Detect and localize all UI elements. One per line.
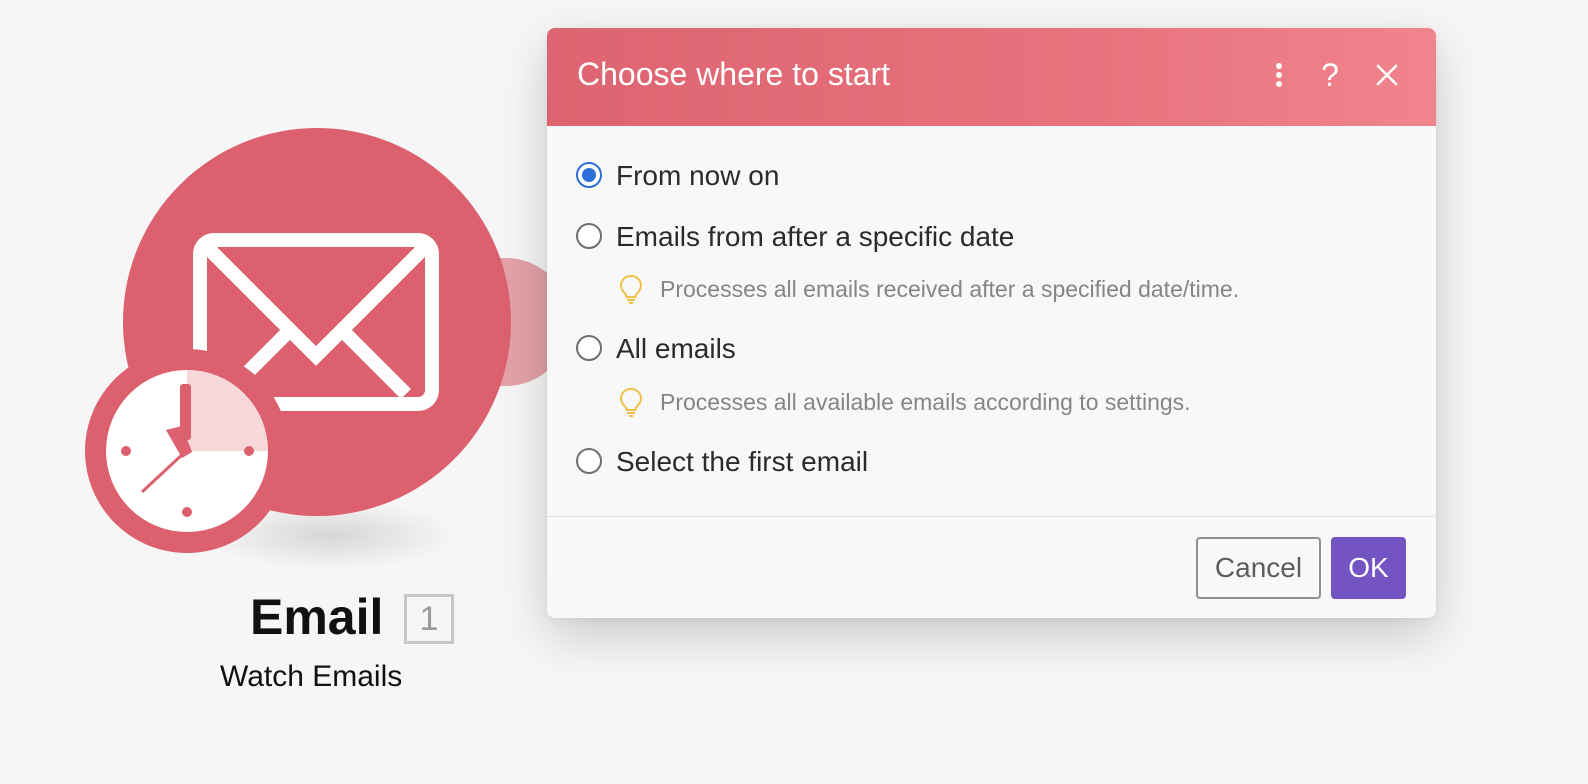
close-button[interactable]	[1367, 58, 1407, 98]
email-module[interactable]: Email 1 Watch Emails	[0, 0, 570, 784]
more-options-button[interactable]	[1259, 58, 1299, 98]
radio-button-selected[interactable]	[576, 162, 602, 188]
option-label: Emails from after a specific date	[616, 221, 1015, 252]
hint-text: Processes all emails received after a sp…	[660, 276, 1240, 302]
radio-button[interactable]	[576, 448, 602, 474]
help-button[interactable]: ?	[1310, 58, 1350, 98]
radio-button[interactable]	[576, 223, 602, 249]
module-id-badge: 1	[404, 594, 454, 644]
clock-icon	[85, 349, 289, 553]
close-icon	[1376, 64, 1398, 86]
option-label: Select the first email	[616, 446, 869, 477]
module-subtitle: Watch Emails	[220, 660, 403, 693]
dialog-title: Choose where to start	[577, 56, 891, 92]
ok-button[interactable]: OK	[1331, 537, 1406, 599]
option-label: All emails	[616, 333, 736, 364]
more-vertical-icon	[1276, 63, 1282, 87]
dialog-footer-divider	[547, 516, 1436, 517]
lightbulb-icon	[619, 387, 643, 417]
cancel-button[interactable]: Cancel	[1196, 537, 1321, 599]
hint-text: Processes all available emails according…	[660, 389, 1191, 415]
choose-start-dialog: Choose where to start ? From now on Emai…	[547, 28, 1436, 618]
dialog-header: Choose where to start ?	[547, 28, 1436, 126]
lightbulb-icon	[619, 274, 643, 304]
option-label: From now on	[616, 160, 780, 191]
radio-button[interactable]	[576, 335, 602, 361]
module-title: Email	[250, 589, 384, 645]
help-icon: ?	[1321, 57, 1339, 93]
